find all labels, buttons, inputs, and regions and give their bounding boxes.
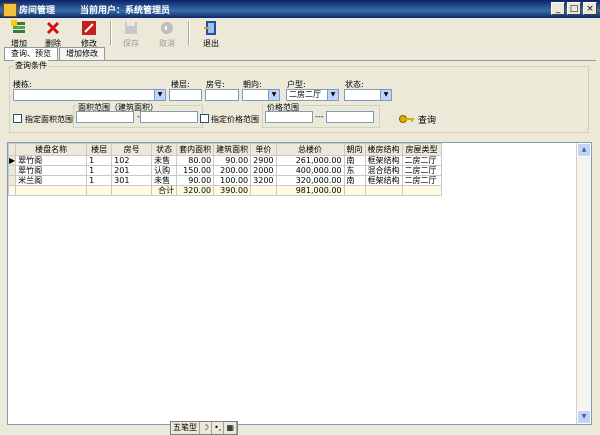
ime-status-bar[interactable]: 五笔型 ☽ •, ▦ [170,421,238,435]
vertical-scrollbar[interactable]: ▲ ▼ [576,143,591,424]
cancel-label: 取消 [159,39,175,48]
table-row[interactable]: ▶ 翠竹阁 1 102 未售 80.00 90.00 2900 261,000.… [7,155,442,166]
window-title: 房间管理 [19,6,56,16]
minimize-button[interactable]: _ [551,2,565,15]
area-range-check-label: 指定面积范围 [25,115,73,124]
exit-button[interactable]: 退出 [196,20,226,48]
chevron-down-icon: ▼ [380,90,391,100]
exit-label: 退出 [203,39,219,48]
col-header[interactable]: 建筑面积 [213,143,252,156]
keyboard-icon[interactable]: ▦ [224,422,237,434]
price-range-checkbox[interactable] [200,114,209,123]
edit-button[interactable]: 修改 [74,20,104,48]
scroll-down-icon[interactable]: ▼ [577,410,591,424]
area-from-input[interactable] [76,111,134,123]
chevron-down-icon: ▼ [268,90,279,100]
table-row[interactable]: 米兰阁 1 301 未售 90.00 100.00 3200 320,000.0… [7,175,442,186]
add-button[interactable]: 增加 [4,20,34,48]
moon-icon[interactable]: ☽ [200,422,213,434]
table-total-row: 合计 320.00 390.00 981,000.00 [7,185,442,196]
delete-button[interactable]: 删除 [38,20,68,48]
col-header[interactable]: 房屋类型 [401,143,442,156]
scroll-up-icon[interactable]: ▲ [577,143,591,157]
direction-select[interactable]: ▼ [242,89,280,101]
tab-strip: 查询、预览 增加修改 [4,47,106,61]
current-user-label: 当前用户：系统管理员 [80,6,171,16]
delete-icon [46,21,60,35]
search-label: 查询 [418,115,437,126]
area-range-checkbox[interactable] [13,114,22,123]
col-header[interactable]: 朝向 [343,143,366,156]
table-header-row: 楼盘名称 楼层 房号 状态 套内面积 建筑面积 单价 总楼价 朝向 楼房结构 房… [7,143,442,156]
tab-add-edit[interactable]: 增加修改 [59,47,105,60]
price-to-input[interactable] [326,111,374,123]
close-button[interactable]: × [583,2,597,15]
col-header[interactable]: 楼盘名称 [15,143,88,156]
punctuation-icon[interactable]: •, [212,422,225,434]
title-bar: 房间管理 当前用户：系统管理员 _ □ × [0,0,600,18]
col-header[interactable]: 状态 [151,143,178,156]
current-row-indicator-icon: ▶ [7,155,17,166]
table-row[interactable]: 翠竹阁 1 201 认购 150.00 200.00 2000 400,000.… [7,165,442,176]
undo-icon [161,22,173,34]
building-select[interactable]: ▼ [13,89,166,101]
ime-mode-label[interactable]: 五笔型 [171,422,200,434]
add-icon [11,20,25,33]
tab-query-preview[interactable]: 查询、预览 [4,47,58,61]
col-header[interactable]: 套内面积 [176,143,215,156]
price-range-check-label: 指定价格范围 [211,115,259,124]
col-header[interactable]: 楼房结构 [364,143,403,156]
search-button[interactable]: 查询 [399,112,436,126]
exit-icon [204,21,216,35]
query-conditions-title: 查询条件 [14,60,48,71]
chevron-down-icon: ▼ [154,90,165,100]
edit-icon [82,21,96,35]
price-from-input[interactable] [265,111,313,123]
layout-select[interactable]: 二房二厅 ▼ [286,89,339,101]
room-input[interactable] [205,89,239,101]
room-grid[interactable]: 楼盘名称 楼层 房号 状态 套内面积 建筑面积 单价 总楼价 朝向 楼房结构 房… [7,142,592,425]
status-select[interactable]: ▼ [344,89,392,101]
room-table: 楼盘名称 楼层 房号 状态 套内面积 建筑面积 单价 总楼价 朝向 楼房结构 房… [7,143,442,196]
price-range-dash: --- [315,112,324,121]
chevron-down-icon: ▼ [327,90,338,100]
app-icon [3,3,17,17]
col-header[interactable]: 总楼价 [275,143,345,156]
cancel-button[interactable]: 取消 [152,20,182,48]
save-button[interactable]: 保存 [116,20,146,48]
save-icon [125,22,137,34]
col-header[interactable]: 房号 [111,143,153,156]
toolbar: 增加 删除 修改 保存 取消 退出 [0,18,600,48]
col-header[interactable]: 单价 [250,143,277,156]
area-to-input[interactable] [140,111,198,123]
key-icon [399,115,414,123]
save-label: 保存 [123,39,139,48]
row-indicator-header [7,143,17,156]
col-header[interactable]: 楼层 [86,143,113,156]
floor-input[interactable] [169,89,202,101]
maximize-button[interactable]: □ [567,2,581,15]
